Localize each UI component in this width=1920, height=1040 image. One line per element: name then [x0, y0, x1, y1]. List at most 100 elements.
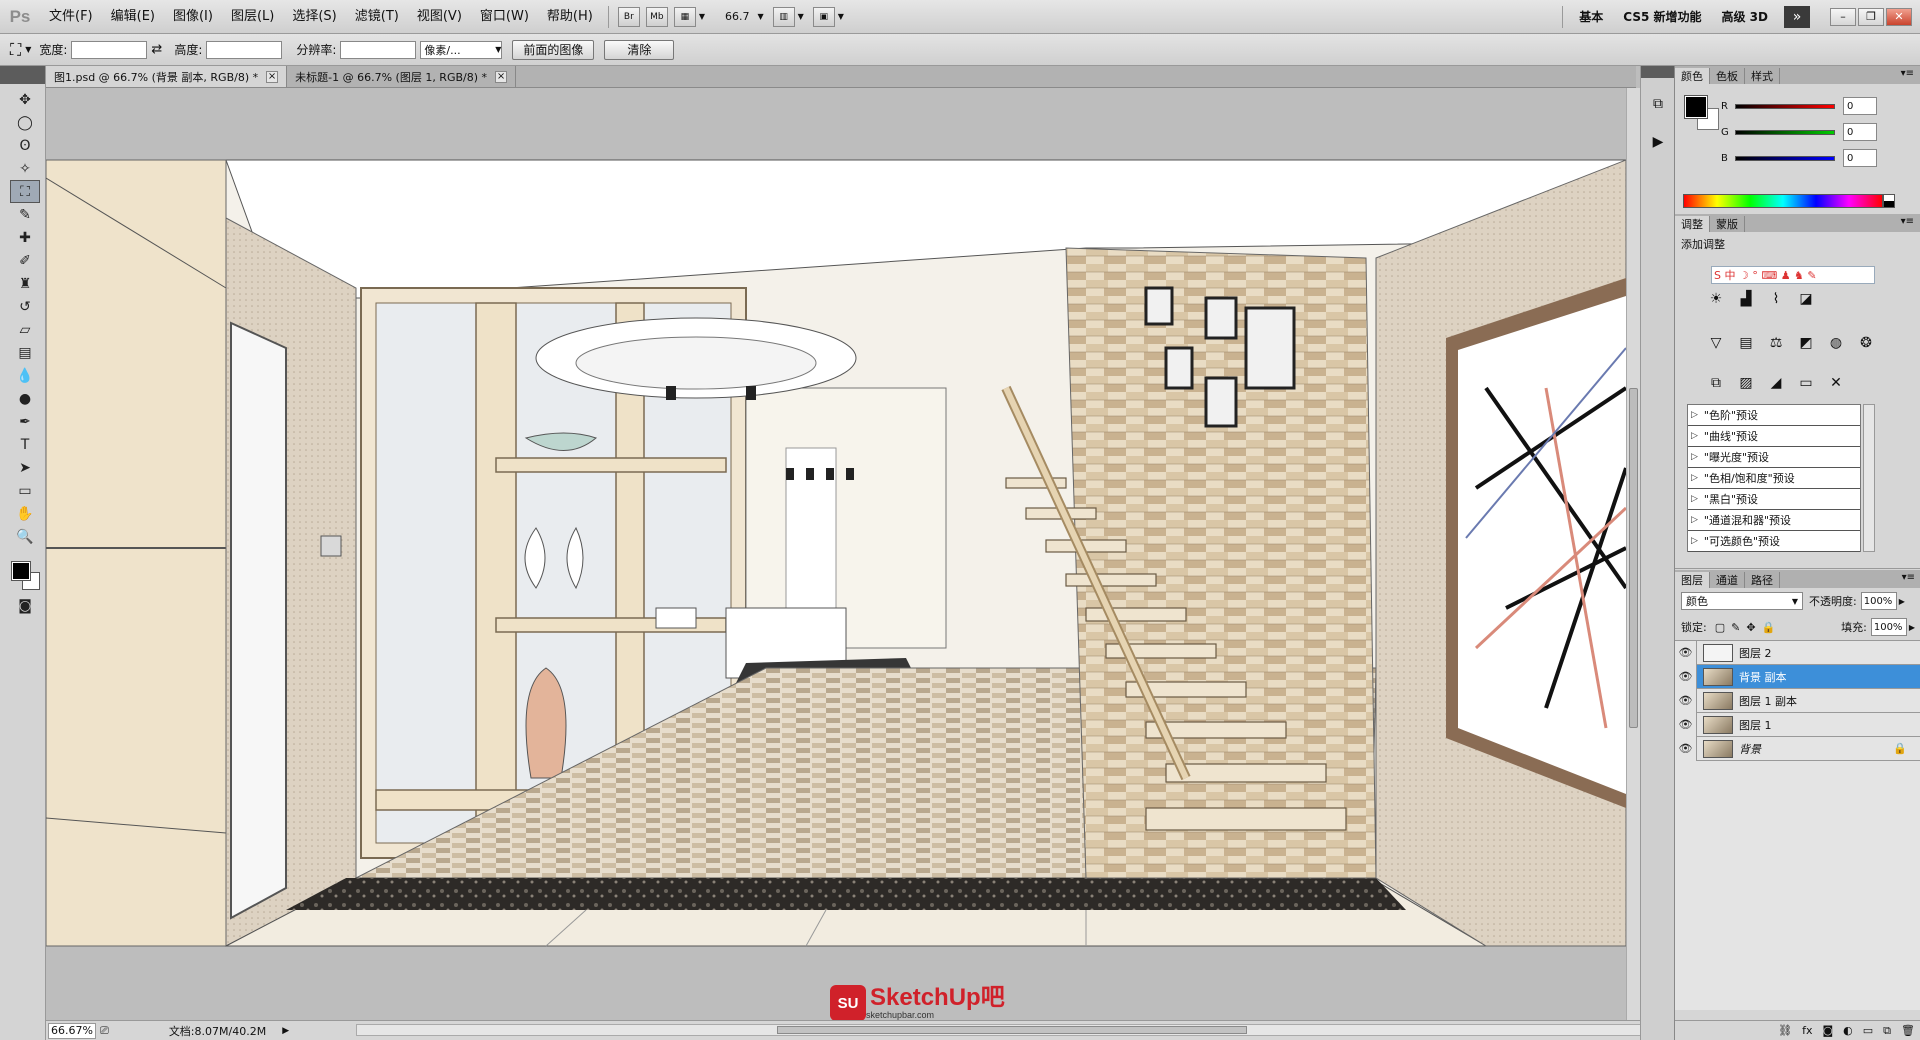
eye-icon[interactable]: 👁 — [1675, 688, 1697, 713]
horizontal-scrollbar[interactable] — [356, 1024, 1646, 1036]
chevron-right-icon[interactable]: ▶ — [1909, 623, 1915, 632]
toolbox-grip[interactable] — [0, 66, 45, 84]
crop-tool-preset-icon[interactable]: ⛶ — [10, 40, 21, 60]
more-workspaces-button[interactable]: » — [1784, 5, 1810, 28]
menu-layer[interactable]: 图层(L) — [222, 0, 283, 34]
panel-menu-icon[interactable]: ▾≡ — [1901, 68, 1914, 79]
foreground-color-swatch[interactable] — [11, 561, 31, 581]
blur-tool-icon[interactable]: 💧 — [10, 364, 40, 387]
history-panel-icon[interactable]: ⧉ — [1646, 92, 1670, 116]
photo-filter-icon[interactable]: ◍ — [1823, 332, 1849, 354]
color-balance-icon[interactable]: ⚖ — [1763, 332, 1789, 354]
brightness-contrast-icon[interactable]: ☀ — [1703, 288, 1729, 310]
menu-view[interactable]: 视图(V) — [408, 0, 471, 34]
posterize-icon[interactable]: ▨ — [1733, 372, 1759, 394]
fill-input[interactable]: 100% — [1870, 618, 1907, 636]
invert-icon[interactable]: ⧉ — [1703, 372, 1729, 394]
menu-filter[interactable]: 滤镜(T) — [346, 0, 408, 34]
green-slider[interactable] — [1735, 129, 1835, 135]
green-value[interactable]: 0 — [1843, 123, 1877, 141]
menu-file[interactable]: 文件(F) — [40, 0, 102, 34]
tab-color[interactable]: 颜色 — [1675, 68, 1710, 84]
color-spectrum-bar[interactable] — [1683, 194, 1883, 208]
canvas-area[interactable] — [46, 88, 1626, 1020]
minimize-icon[interactable]: – — [1830, 7, 1856, 26]
layer-row[interactable]: 👁 背景 副本 — [1675, 664, 1920, 689]
tab-paths[interactable]: 路径 — [1745, 572, 1780, 588]
layer-row[interactable]: 👁 图层 1 副本 — [1675, 688, 1920, 713]
resolution-input[interactable] — [340, 40, 417, 59]
swap-dimensions-icon[interactable]: ⇄ — [151, 42, 162, 57]
opacity-input[interactable]: 100% — [1860, 592, 1897, 610]
horizontal-scroll-thumb[interactable] — [777, 1026, 1247, 1034]
exposure-icon[interactable]: ◪ — [1793, 288, 1819, 310]
new-group-icon[interactable]: ▭ — [1863, 1024, 1873, 1037]
adjustment-layer-icon[interactable]: ◐ — [1843, 1024, 1853, 1037]
lasso-tool-icon[interactable]: ʘ — [10, 134, 40, 157]
selective-color-icon[interactable]: ✕ — [1823, 372, 1849, 394]
gradient-tool-icon[interactable]: ▤ — [10, 341, 40, 364]
list-item[interactable]: ▷ "可选颜色"预设 — [1688, 531, 1860, 552]
menu-select[interactable]: 选择(S) — [283, 0, 345, 34]
close-icon[interactable]: ✕ — [1886, 7, 1912, 26]
menu-window[interactable]: 窗口(W) — [471, 0, 538, 34]
list-item[interactable]: ▷ "黑白"预设 — [1688, 489, 1860, 510]
red-value[interactable]: 0 — [1843, 97, 1877, 115]
chevron-down-icon[interactable]: ▼ — [25, 45, 31, 54]
chevron-down-icon[interactable]: ▼ — [798, 12, 804, 21]
pen-tool-icon[interactable]: ✒ — [10, 410, 40, 433]
status-menu-arrow-icon[interactable]: ▶ — [282, 1026, 289, 1036]
delete-layer-icon[interactable]: 🗑 — [1901, 1024, 1915, 1037]
view-extras-button[interactable]: ▦ — [673, 6, 696, 27]
list-item[interactable]: ▷ "曲线"预设 — [1688, 426, 1860, 447]
eye-icon[interactable]: 👁 — [1675, 664, 1697, 689]
eye-icon[interactable]: 👁 — [1675, 640, 1697, 665]
blue-slider[interactable] — [1735, 155, 1835, 161]
quick-mask-icon[interactable]: ◙ — [10, 594, 40, 617]
layer-row[interactable]: 👁 图层 2 — [1675, 640, 1920, 665]
arrange-documents-button[interactable]: ▥ — [772, 6, 795, 27]
vibrance-icon[interactable]: ▽ — [1703, 332, 1729, 354]
black-white-icon[interactable]: ◩ — [1793, 332, 1819, 354]
menu-image[interactable]: 图像(I) — [164, 0, 222, 34]
status-preview-icon[interactable]: ⎚ — [100, 1024, 109, 1038]
list-item[interactable]: ▷ "通道混和器"预设 — [1688, 510, 1860, 531]
channel-mixer-icon[interactable]: ❂ — [1853, 332, 1879, 354]
mini-bridge-button[interactable]: Mb — [645, 6, 668, 27]
lock-options-icon[interactable]: ▢✎✥🔒 — [1715, 621, 1782, 634]
eyedropper-tool-icon[interactable]: ✎ — [10, 203, 40, 226]
ime-toolbar[interactable]: S 中 ☽ ° ⌨ ♟ ♞ ✎ — [1711, 266, 1875, 284]
eraser-tool-icon[interactable]: ▱ — [10, 318, 40, 341]
marquee-tool-icon[interactable]: ◯ — [10, 111, 40, 134]
new-layer-icon[interactable]: ⧉ — [1883, 1024, 1891, 1038]
front-image-button[interactable]: 前面的图像 — [512, 39, 595, 60]
tab-document-2[interactable]: 未标题-1 @ 66.7% (图层 1, RGB/8) * × — [287, 66, 517, 87]
eye-icon[interactable]: 👁 — [1675, 736, 1697, 761]
interior-rendering[interactable] — [46, 88, 1626, 1020]
tab-adjustments[interactable]: 调整 — [1675, 216, 1710, 232]
link-layers-icon[interactable]: ⛓ — [1778, 1024, 1792, 1037]
clear-button[interactable]: 清除 — [604, 39, 675, 60]
gradient-map-icon[interactable]: ▭ — [1793, 372, 1819, 394]
tab-styles[interactable]: 样式 — [1745, 68, 1780, 84]
bridge-button[interactable]: Br — [617, 6, 640, 27]
chevron-down-icon[interactable]: ▼ — [757, 12, 763, 21]
workspace-cs5-new[interactable]: CS5 新增功能 — [1613, 8, 1711, 25]
move-tool-icon[interactable]: ✥ — [10, 88, 40, 111]
black-white-picker[interactable] — [1883, 194, 1895, 208]
red-slider[interactable] — [1735, 103, 1835, 109]
shape-tool-icon[interactable]: ▭ — [10, 479, 40, 502]
vertical-scroll-thumb[interactable] — [1629, 388, 1638, 728]
eye-icon[interactable]: 👁 — [1675, 712, 1697, 737]
tab-channels[interactable]: 通道 — [1710, 572, 1745, 588]
add-mask-icon[interactable]: ◙ — [1822, 1024, 1833, 1037]
tab-masks[interactable]: 蒙版 — [1710, 216, 1745, 232]
quick-select-tool-icon[interactable]: ✧ — [10, 157, 40, 180]
threshold-icon[interactable]: ◢ — [1763, 372, 1789, 394]
levels-icon[interactable]: ▟ — [1733, 288, 1759, 310]
tab-document-1[interactable]: 图1.psd @ 66.7% (背景 副本, RGB/8) * × — [46, 66, 288, 87]
crop-tool-icon[interactable]: ⛶ — [10, 180, 40, 203]
healing-brush-icon[interactable]: ✚ — [10, 226, 40, 249]
menu-edit[interactable]: 编辑(E) — [102, 0, 164, 34]
workspace-advanced-3d[interactable]: 高级 3D — [1712, 8, 1779, 25]
